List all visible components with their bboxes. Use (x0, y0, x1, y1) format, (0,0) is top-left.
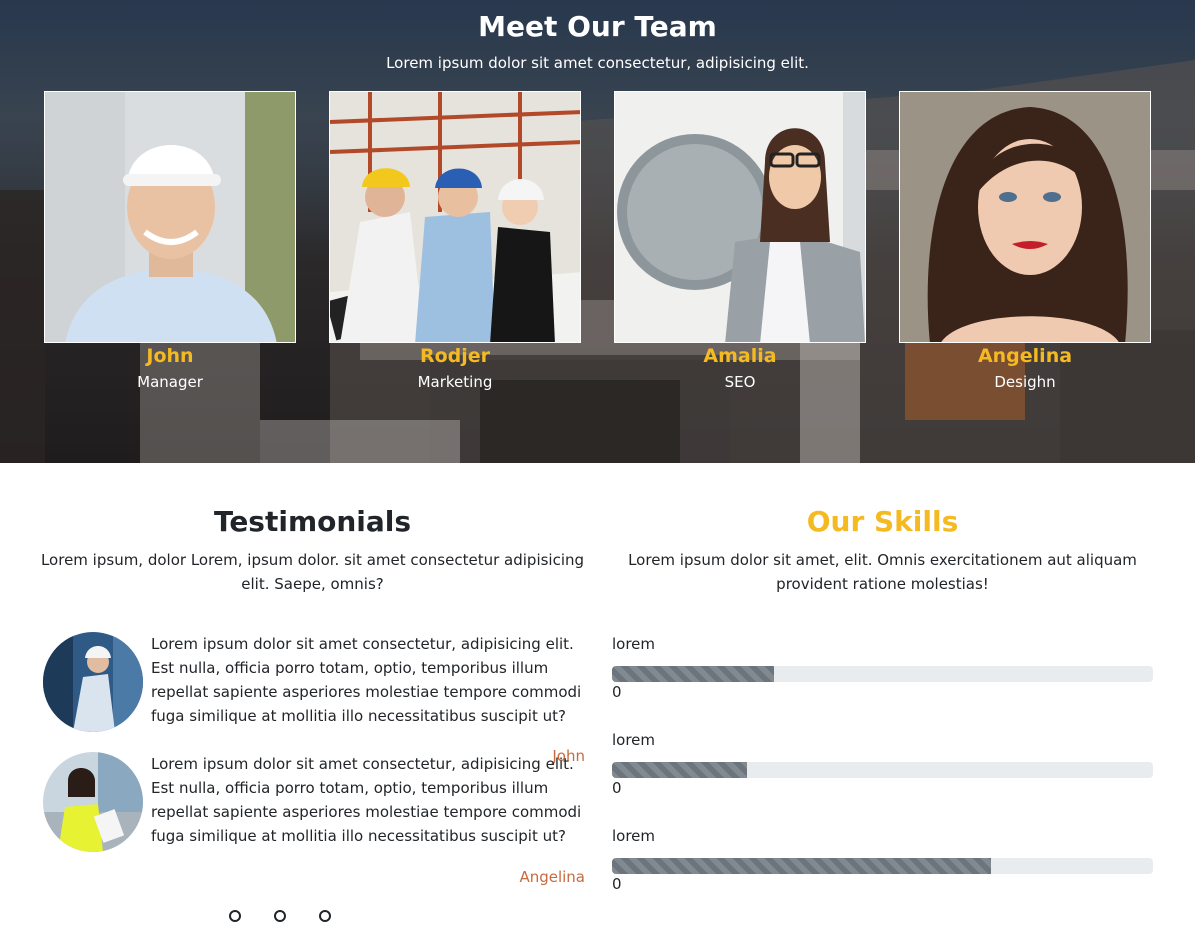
carousel-dot[interactable] (229, 910, 241, 922)
skills-title: Our Skills (806, 505, 959, 538)
testimonial-avatar (43, 632, 143, 732)
testimonial-text: Lorem ipsum dolor sit amet consectetur, … (151, 635, 582, 725)
skill-progress-bar (612, 762, 1153, 778)
team-member-role: Desighn (994, 373, 1056, 391)
team-subtitle: Lorem ipsum dolor sit amet consectetur, … (386, 54, 809, 72)
team-member-name: Rodjer (419, 345, 491, 367)
team-member-name: Amalia (703, 345, 777, 367)
team-member-role: Manager (137, 373, 203, 391)
testimonials-subtitle: Lorem ipsum, dolor Lorem, ipsum dolor. s… (40, 551, 585, 593)
skill-value: 0 (612, 875, 622, 893)
testimonial-item: Lorem ipsum dolor sit amet consectetur, … (43, 752, 585, 892)
testimonials-section: Testimonials Lorem ipsum, dolor Lorem, i… (40, 505, 585, 886)
skill-progress-fill (612, 762, 748, 778)
testimonial-text: Lorem ipsum dolor sit amet consectetur, … (151, 755, 582, 845)
team-member-photo (329, 91, 581, 343)
testimonial-avatar (43, 752, 143, 852)
skills-section: Our Skills Lorem ipsum dolor sit amet, e… (612, 505, 1153, 893)
testimonial-author: Angelina (519, 868, 585, 886)
team-member-card: Angelina Desighn (899, 91, 1151, 391)
carousel-dot[interactable] (319, 910, 331, 922)
team-member-name: Angelina (977, 345, 1073, 367)
skill-item: lorem 0 (612, 731, 1153, 797)
carousel-dot[interactable] (274, 910, 286, 922)
team-section: Meet Our Team Lorem ipsum dolor sit amet… (0, 0, 1195, 463)
skill-item: lorem 0 (612, 827, 1153, 893)
team-member-role: Marketing (417, 373, 493, 391)
team-member-photo (899, 91, 1151, 343)
team-member-role: SEO (724, 373, 756, 391)
skills-subtitle: Lorem ipsum dolor sit amet, elit. Omnis … (628, 551, 1137, 593)
skill-label: lorem (612, 635, 656, 653)
skill-progress-fill (612, 666, 775, 682)
skill-label: lorem (612, 827, 656, 845)
skill-progress-bar (612, 858, 1153, 874)
team-member-photo (44, 91, 296, 343)
team-member-card: John Manager (44, 91, 296, 391)
testimonial-item: Lorem ipsum dolor sit amet consectetur, … (43, 632, 585, 765)
testimonials-title: Testimonials (213, 505, 412, 538)
skill-item: lorem 0 (612, 635, 1153, 701)
team-member-name: John (146, 345, 194, 367)
team-title: Meet Our Team (478, 10, 717, 43)
team-member-card: Amalia SEO (614, 91, 866, 391)
skill-value: 0 (612, 683, 622, 701)
skill-progress-fill (612, 858, 991, 874)
team-member-photo (614, 91, 866, 343)
team-member-card: Rodjer Marketing (329, 91, 581, 391)
skill-label: lorem (612, 731, 656, 749)
skill-value: 0 (612, 779, 622, 797)
skill-progress-bar (612, 666, 1153, 682)
